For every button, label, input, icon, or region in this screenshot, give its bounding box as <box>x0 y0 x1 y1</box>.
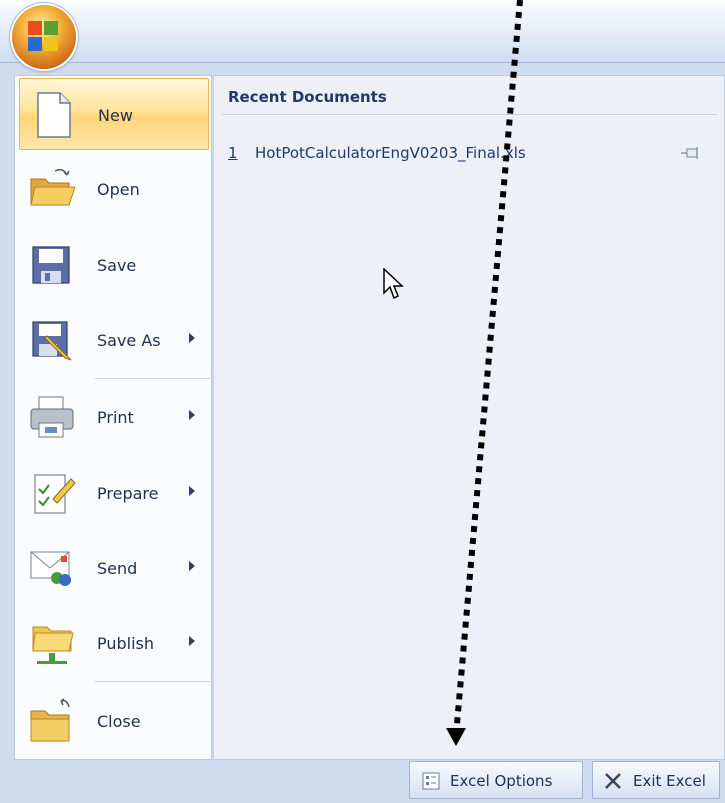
close-folder-icon <box>30 698 70 742</box>
submenu-arrow-icon <box>189 636 195 646</box>
recent-document-name: HotPotCalculatorEngV0203_Final.xls <box>255 144 526 162</box>
save-floppy-icon <box>32 246 70 284</box>
submenu-arrow-icon <box>189 561 195 571</box>
menu-item-label: Send <box>97 559 138 578</box>
menu-item-label: Prepare <box>97 484 159 503</box>
menu-item-label: Close <box>97 712 141 731</box>
menu-item-close[interactable]: Close <box>19 685 209 757</box>
recent-document-item[interactable]: 1 HotPotCalculatorEngV0203_Final.xls <box>228 144 714 166</box>
menu-item-print[interactable]: Print <box>19 381 209 453</box>
submenu-arrow-icon <box>189 486 195 496</box>
save-as-icon <box>32 321 72 361</box>
submenu-arrow-icon <box>189 410 195 420</box>
menu-divider <box>95 681 210 682</box>
menu-item-new[interactable]: New <box>19 78 209 150</box>
menu-item-label: Open <box>97 180 140 199</box>
close-icon <box>605 773 621 789</box>
options-icon <box>422 772 440 790</box>
recent-divider <box>222 114 717 115</box>
excel-options-button[interactable]: Excel Options <box>409 761 583 799</box>
menu-item-label: New <box>98 106 133 125</box>
menu-item-label: Save As <box>97 331 161 350</box>
recent-document-number: 1 <box>228 144 238 162</box>
menu-item-open[interactable]: Open <box>19 153 209 225</box>
menu-item-save[interactable]: Save <box>19 229 209 301</box>
open-folder-icon <box>30 168 76 206</box>
recent-documents-title: Recent Documents <box>228 88 387 106</box>
office-menu: New Open Save Save As Print Prepare Send… <box>0 62 725 803</box>
menu-commands-panel: New Open Save Save As Print Prepare Send… <box>14 75 212 760</box>
menu-item-send[interactable]: Send <box>19 532 209 604</box>
office-logo-icon <box>28 21 58 51</box>
submenu-arrow-icon <box>189 333 195 343</box>
menu-item-prepare[interactable]: Prepare <box>19 457 209 529</box>
office-button[interactable] <box>12 5 76 69</box>
send-icon <box>30 551 71 586</box>
recent-documents-panel: Recent Documents 1 HotPotCalculatorEngV0… <box>213 75 725 760</box>
exit-excel-button[interactable]: Exit Excel <box>592 761 720 799</box>
menu-divider <box>95 378 210 379</box>
prepare-icon <box>34 474 76 514</box>
menu-item-label: Publish <box>97 634 155 653</box>
menu-item-save-as[interactable]: Save As <box>19 304 209 376</box>
menu-item-label: Save <box>97 256 137 275</box>
new-document-icon <box>37 92 71 138</box>
publish-icon <box>32 626 74 664</box>
excel-options-label: Excel Options <box>450 772 553 790</box>
mouse-cursor-icon <box>383 268 404 300</box>
menu-item-label: Print <box>97 408 134 427</box>
menu-item-publish[interactable]: Publish <box>19 607 209 679</box>
pin-icon[interactable] <box>680 146 700 160</box>
exit-excel-label: Exit Excel <box>633 772 706 790</box>
printer-icon <box>30 396 74 438</box>
title-strip <box>0 0 725 62</box>
